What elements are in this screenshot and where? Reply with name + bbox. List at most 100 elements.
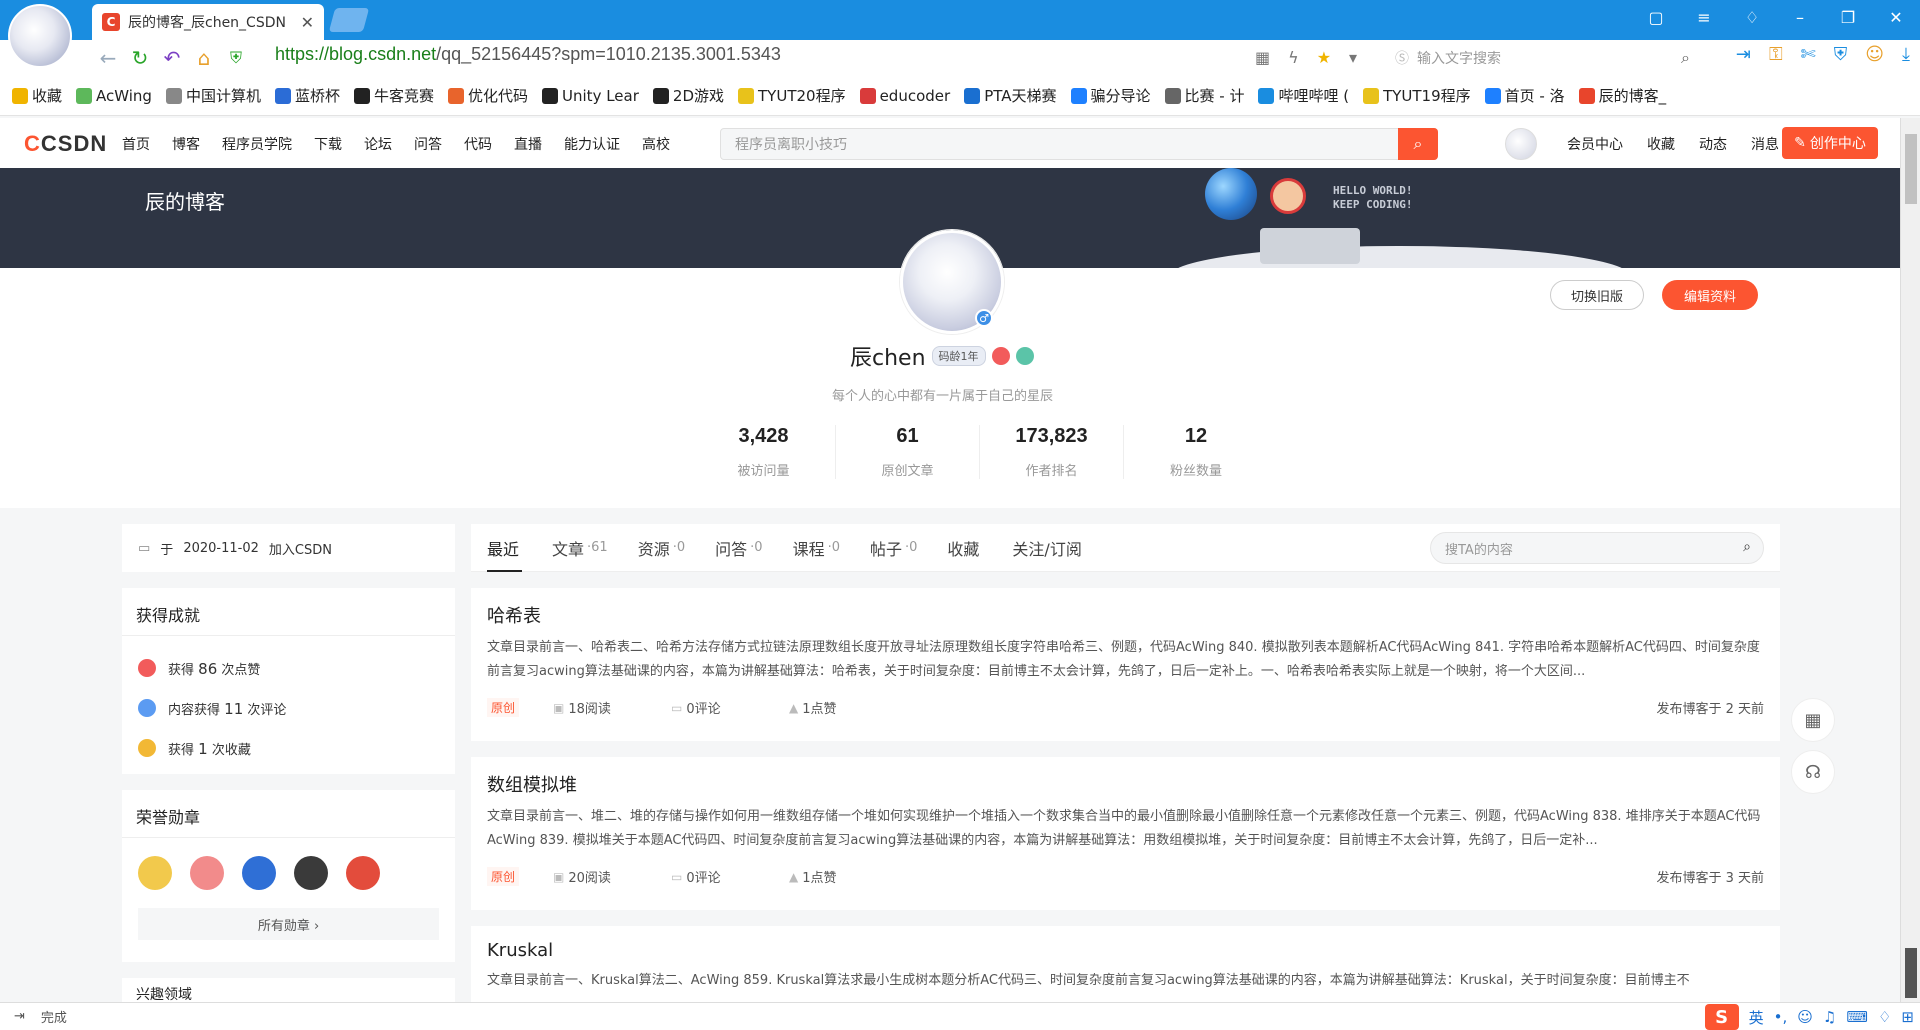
user-nav-item[interactable]: 收藏	[1647, 134, 1675, 154]
chevron-down-icon[interactable]: ▾	[1349, 48, 1357, 67]
secure-shield-icon[interactable]: ⛨	[220, 42, 252, 74]
content-tab[interactable]: 帖子 ·0	[870, 524, 917, 572]
tools-icon[interactable]: ⊞	[1901, 1008, 1914, 1026]
minimize-icon[interactable]: –	[1776, 0, 1824, 34]
url-field[interactable]: https://blog.csdn.net/qq_52156445?spm=10…	[275, 44, 781, 65]
menu-icon[interactable]: ≡	[1680, 0, 1728, 34]
bookmark-item[interactable]: 收藏	[12, 85, 62, 106]
content-tab[interactable]: 关注/订阅	[1012, 524, 1084, 572]
bookmark-item[interactable]: 辰的博客_	[1578, 85, 1666, 106]
key-icon[interactable]: ⚿	[1769, 44, 1783, 65]
browser-tab-active[interactable]: C 辰的博客_辰chen_CSDN ✕	[92, 4, 324, 40]
stat-item[interactable]: 3,428 被访问量	[692, 425, 836, 479]
article-card[interactable]: Kruskal 文章目录前言一、Kruskal算法二、AcWing 859. Kr…	[471, 926, 1780, 1002]
nav-item[interactable]: 能力认证	[564, 134, 620, 154]
nav-item[interactable]: 下载	[314, 134, 342, 154]
bookmark-item[interactable]: 优化代码	[448, 85, 528, 106]
sogou-ime-icon[interactable]: S	[1704, 1004, 1739, 1030]
profile-avatar[interactable]: ♂	[900, 230, 1004, 334]
user-avatar[interactable]	[1505, 128, 1537, 160]
stat-item[interactable]: 61 原创文章	[836, 425, 980, 479]
maximize-icon[interactable]: ❐	[1824, 0, 1872, 34]
csdn-logo[interactable]: CCSDN	[24, 131, 107, 157]
bookmark-item[interactable]: 中国计算机	[165, 85, 261, 106]
medal-icon[interactable]	[346, 856, 380, 890]
bookmark-item[interactable]: 哔哩哔哩 (	[1258, 85, 1349, 106]
microphone-icon[interactable]: ♫	[1823, 1008, 1836, 1026]
screenshot-icon[interactable]: ✄	[1801, 44, 1816, 65]
stat-item[interactable]: 173,823 作者排名	[980, 425, 1124, 479]
scrollbar-thumb[interactable]	[1905, 134, 1917, 204]
all-medals-link[interactable]: 所有勋章 ›	[138, 908, 439, 940]
nav-item[interactable]: 高校	[642, 134, 670, 154]
article-card[interactable]: 数组模拟堆 文章目录前言一、堆二、堆的存储与操作如何用一维数组存储一个堆如何实现维…	[471, 757, 1780, 910]
switch-old-version-button[interactable]: 切换旧版	[1550, 280, 1644, 310]
nav-item[interactable]: 程序员学院	[222, 134, 292, 154]
smile-icon[interactable]: ☺	[1865, 44, 1884, 65]
search-engine-icon[interactable]: Ⓢ	[1395, 48, 1409, 68]
close-window-icon[interactable]: ✕	[1872, 0, 1920, 34]
content-tab[interactable]: 资源 ·0	[638, 524, 685, 572]
download-icon[interactable]: ⤓	[1902, 44, 1910, 65]
medal-icon[interactable]	[242, 856, 276, 890]
close-tab-icon[interactable]: ✕	[301, 13, 314, 32]
nav-item[interactable]: 首页	[122, 134, 150, 154]
article-title[interactable]: 哈希表	[487, 602, 1764, 628]
shield-icon[interactable]: ⛨	[1834, 44, 1848, 65]
expert-badge-icon[interactable]	[1015, 347, 1034, 365]
csdn-search-input[interactable]: 程序员离职小技巧 ⌕	[720, 128, 1438, 160]
search-icon[interactable]: ⌕	[1681, 48, 1690, 68]
nav-item[interactable]: 论坛	[364, 134, 392, 154]
csdn-search-button[interactable]: ⌕	[1398, 128, 1438, 160]
favorite-star-icon[interactable]: ★	[1317, 48, 1331, 67]
tab-count-icon[interactable]: ▢	[1632, 0, 1680, 34]
bookmark-item[interactable]: 骗分导论	[1070, 85, 1151, 106]
browser-profile-avatar[interactable]	[8, 4, 72, 68]
bookmark-item[interactable]: TYUT20程序	[738, 85, 846, 106]
punctuation-icon[interactable]: •,	[1774, 1008, 1788, 1026]
ime-lang-english[interactable]: 英	[1749, 1007, 1764, 1028]
medal-icon[interactable]	[138, 856, 172, 890]
bookmark-item[interactable]: Unity Lear	[542, 87, 639, 105]
user-nav-item[interactable]: 动态	[1699, 134, 1727, 154]
content-tab[interactable]: 课程 ·0	[793, 524, 840, 572]
medal-icon[interactable]	[294, 856, 328, 890]
blogger-badge-icon[interactable]	[991, 347, 1010, 365]
user-nav-item[interactable]: 消息	[1751, 134, 1779, 154]
bookmark-item[interactable]: 比赛 - 计	[1164, 85, 1244, 106]
bookmark-item[interactable]: 牛客竞赛	[354, 85, 434, 106]
skin-icon[interactable]: ♢	[1728, 0, 1776, 34]
bookmark-item[interactable]: educoder	[859, 87, 950, 105]
content-search-input[interactable]: 搜TA的内容 ⌕	[1430, 532, 1764, 564]
content-tab[interactable]: 收藏	[947, 524, 982, 572]
nav-item[interactable]: 代码	[464, 134, 492, 154]
emoji-icon[interactable]: ☺	[1797, 1008, 1813, 1026]
scrollbar-thumb-secondary[interactable]	[1905, 948, 1917, 998]
customer-service-icon[interactable]: ☊	[1791, 750, 1835, 794]
article-title[interactable]: Kruskal	[487, 940, 1764, 961]
bookmark-item[interactable]: 蓝桥杯	[274, 85, 340, 106]
nav-item[interactable]: 问答	[414, 134, 442, 154]
user-nav-item[interactable]: 会员中心	[1567, 134, 1623, 154]
search-icon[interactable]: ⌕	[1743, 539, 1751, 555]
article-card[interactable]: 哈希表 文章目录前言一、哈希表二、哈希方法存储方式拉链法原理数组长度开放寻址法原理…	[471, 588, 1780, 741]
qrcode-float-icon[interactable]: ▦	[1791, 698, 1835, 742]
create-center-button[interactable]: ✎ 创作中心	[1782, 127, 1878, 159]
bookmark-item[interactable]: TYUT19程序	[1363, 85, 1471, 106]
new-tab-button[interactable]	[328, 8, 370, 32]
back-icon[interactable]: ←	[92, 42, 124, 74]
stat-item[interactable]: 12 粉丝数量	[1124, 425, 1268, 479]
sidebar-toggle-icon[interactable]: ⇥	[14, 1009, 25, 1024]
bookmark-item[interactable]: PTA天梯赛	[964, 85, 1057, 106]
edit-profile-button[interactable]: 编辑资料	[1662, 280, 1758, 310]
qrcode-icon[interactable]: ▦	[1255, 48, 1270, 67]
bookmark-item[interactable]: 首页 - 洛	[1484, 85, 1565, 106]
refresh-icon[interactable]: ↻	[124, 42, 156, 74]
content-tab[interactable]: 文章 ·61	[552, 524, 608, 572]
medal-icon[interactable]	[190, 856, 224, 890]
undo-close-icon[interactable]: ↶	[156, 42, 188, 74]
bookmark-item[interactable]: 2D游戏	[652, 85, 724, 106]
page-scrollbar[interactable]	[1900, 118, 1920, 1002]
home-icon[interactable]: ⌂	[188, 42, 220, 74]
browser-search-input[interactable]: Ⓢ 输入文字搜索 ⌕	[1395, 44, 1690, 72]
